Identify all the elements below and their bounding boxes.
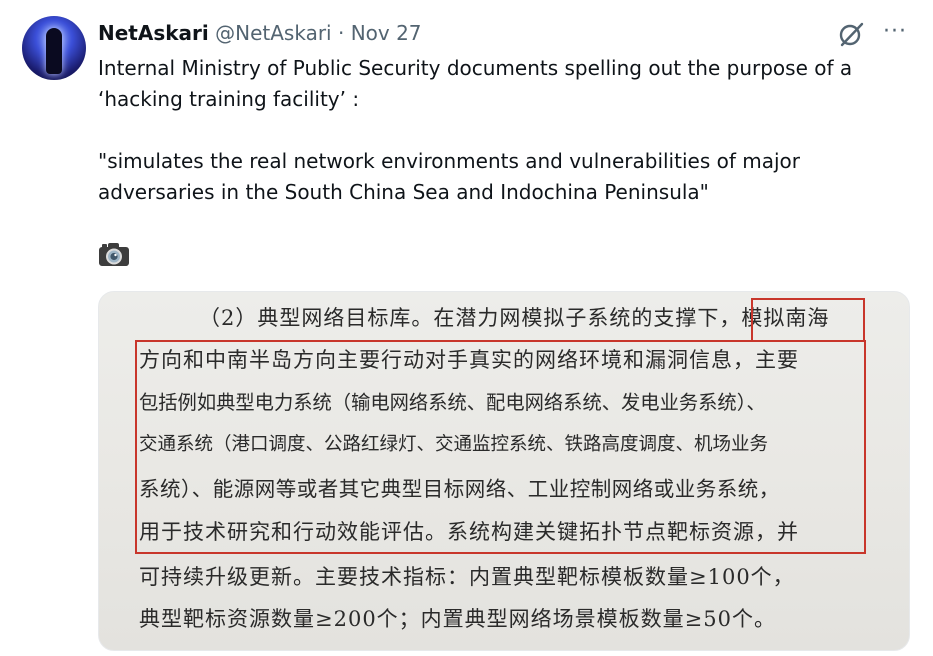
grok-icon[interactable] (837, 20, 865, 48)
separator: · (337, 21, 345, 45)
highlight-box-top (751, 298, 865, 340)
post-text: Internal Ministry of Public Security doc… (98, 56, 853, 204)
post-header: NetAskari @NetAskari · Nov 27 (98, 20, 422, 46)
document-line: （2）典型网络目标库。在潜力网模拟子系统的支撑下，模拟南海 (199, 306, 830, 330)
display-name[interactable]: NetAskari (98, 21, 209, 45)
highlight-box-main (135, 340, 866, 554)
avatar-figure (46, 28, 62, 74)
document-line: 典型靶标资源数量≥200个；内置典型网络场景模板数量≥50个。 (139, 607, 776, 631)
document-line: 可持续升级更新。主要技术指标：内置典型靶标模板数量≥100个， (139, 565, 795, 589)
camera-icon (99, 243, 129, 266)
more-options-icon[interactable]: ··· (880, 20, 910, 48)
document-image[interactable]: （2）典型网络目标库。在潜力网模拟子系统的支撑下，模拟南海 方向和中南半岛方向主… (98, 291, 910, 651)
user-handle[interactable]: @NetAskari (215, 21, 331, 45)
post-date[interactable]: Nov 27 (351, 21, 422, 45)
avatar[interactable] (22, 16, 86, 80)
